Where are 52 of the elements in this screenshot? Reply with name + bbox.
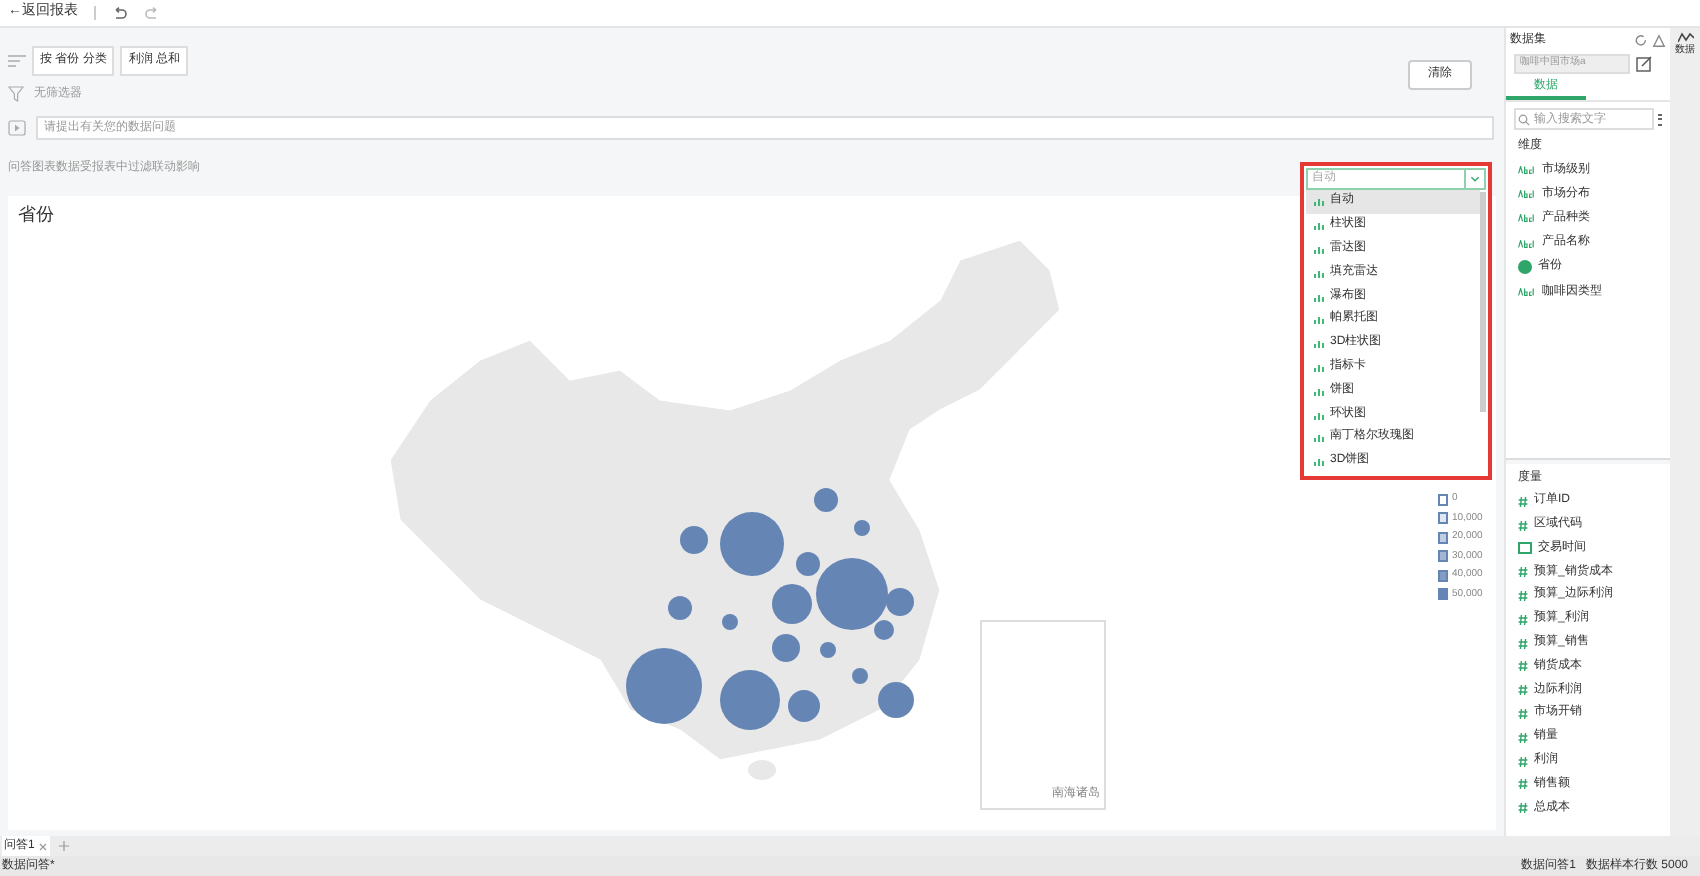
legend-swatch-icon bbox=[1438, 531, 1448, 544]
hash-icon bbox=[1518, 802, 1528, 815]
sort-icon bbox=[8, 53, 26, 67]
chart-icon bbox=[1314, 314, 1326, 325]
undo-icon[interactable] bbox=[112, 5, 128, 21]
hash-icon bbox=[1518, 731, 1528, 744]
hash-icon bbox=[1518, 684, 1528, 697]
legend-swatch-icon bbox=[1438, 493, 1448, 506]
hash-icon bbox=[1518, 613, 1528, 626]
hash-icon bbox=[1518, 707, 1528, 720]
hash-icon bbox=[1518, 778, 1528, 791]
hash-icon bbox=[1518, 637, 1528, 650]
legend-swatch-icon bbox=[1438, 512, 1448, 525]
chart-icon bbox=[1314, 291, 1326, 302]
redo-icon[interactable] bbox=[144, 5, 160, 21]
chart-title: 省份 bbox=[18, 202, 54, 228]
play-icon bbox=[8, 120, 26, 136]
chart-icon bbox=[1314, 338, 1326, 349]
legend-swatch-icon bbox=[1438, 569, 1448, 582]
hash-icon bbox=[1518, 519, 1528, 532]
hash-icon bbox=[1518, 589, 1528, 602]
chevron-down-icon[interactable] bbox=[1464, 170, 1484, 188]
chart-icon bbox=[1314, 361, 1326, 372]
hash-icon bbox=[1518, 755, 1528, 767]
chart-icon bbox=[1314, 267, 1326, 278]
text-type-icon bbox=[1518, 214, 1536, 223]
text-type-icon bbox=[1518, 166, 1536, 175]
text-type-icon bbox=[1518, 190, 1536, 199]
chart-icon bbox=[1314, 409, 1326, 420]
wave-icon[interactable] bbox=[1677, 32, 1693, 44]
chart-icon bbox=[1314, 456, 1326, 467]
add-icon[interactable] bbox=[58, 840, 71, 852]
chart-icon bbox=[1314, 385, 1326, 396]
chart-icon bbox=[1314, 196, 1326, 207]
chart-icon bbox=[1314, 220, 1326, 231]
legend-swatch-icon bbox=[1438, 550, 1448, 563]
globe-icon bbox=[1518, 260, 1532, 275]
refresh-icon[interactable] bbox=[1634, 34, 1648, 48]
search-icon bbox=[1518, 113, 1530, 125]
hash-icon bbox=[1518, 660, 1528, 673]
close-icon[interactable] bbox=[38, 841, 49, 851]
filter-icon bbox=[8, 86, 24, 102]
text-type-icon bbox=[1518, 239, 1536, 248]
legend-swatch-icon bbox=[1438, 588, 1448, 601]
calendar-icon bbox=[1518, 542, 1532, 555]
chart-icon bbox=[1314, 432, 1326, 443]
triangle-icon[interactable] bbox=[1652, 34, 1666, 48]
edit-icon[interactable] bbox=[1636, 56, 1652, 72]
chart-icon bbox=[1314, 243, 1326, 254]
hash-icon bbox=[1518, 566, 1528, 579]
text-type-icon bbox=[1518, 288, 1536, 297]
hash-icon bbox=[1518, 495, 1528, 508]
